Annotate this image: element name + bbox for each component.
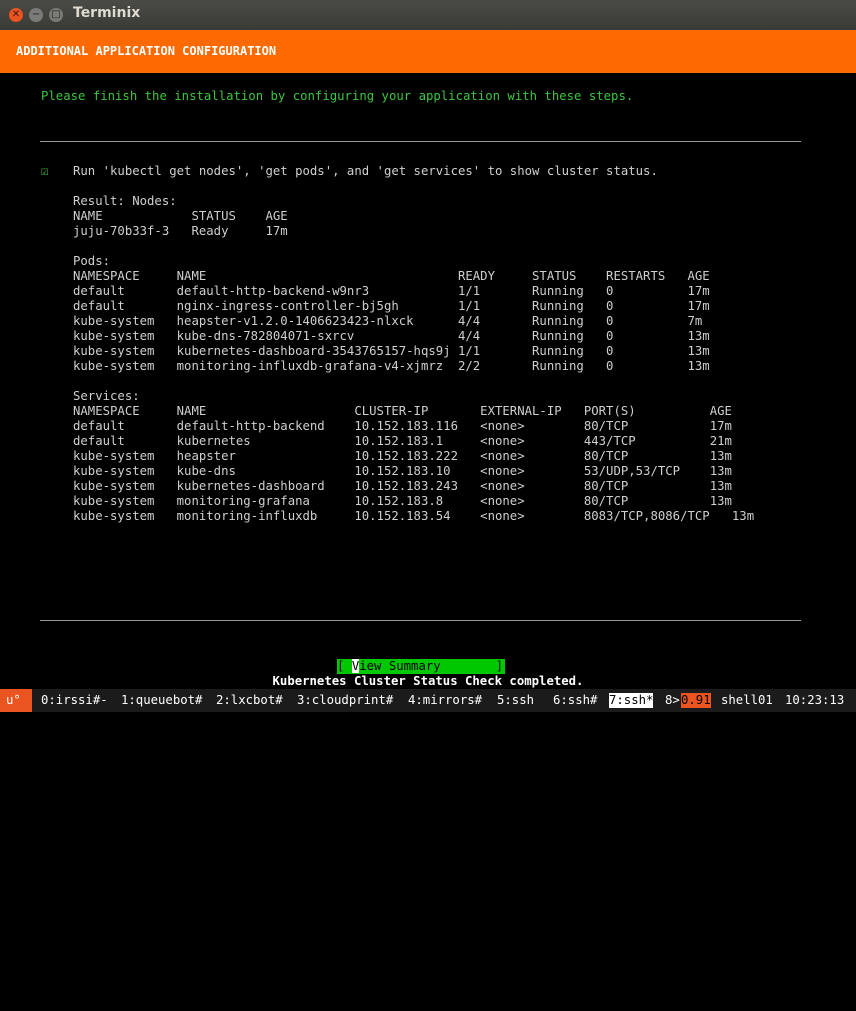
status-message: Kubernetes Cluster Status Check complete… — [272, 674, 584, 688]
output-line: NAMESPACE NAME READY STATUS RESTARTS AGE — [73, 269, 710, 283]
output-line: kube-system kubernetes-dashboard-3543765… — [73, 344, 710, 358]
clock: 10:23:13 — [785, 693, 845, 707]
hostname: shell01 — [721, 693, 773, 707]
output-line: kube-system heapster-v1.2.0-1406623423-n… — [73, 314, 703, 328]
output-line: kube-system monitoring-influxdb 10.152.1… — [73, 509, 755, 523]
output-line: kube-system kube-dns-782804071-sxrcv 4/4… — [73, 329, 710, 343]
intro-text: Please finish the installation by config… — [41, 89, 634, 103]
output-line: default nginx-ingress-controller-bj5gh 1… — [73, 299, 710, 313]
output-line: default kubernetes 10.152.183.1 <none> 4… — [73, 434, 732, 448]
output-line: juju-70b33f-3 Ready 17m — [73, 224, 288, 238]
maximize-window-button[interactable]: □ — [49, 8, 63, 22]
output-line: NAMESPACE NAME CLUSTER-IP EXTERNAL-IP PO… — [73, 404, 732, 418]
window-title: Terminix — [73, 5, 141, 21]
bottom-divider — [40, 620, 801, 621]
output-line: default default-http-backend-w9nr3 1/1 R… — [73, 284, 710, 298]
output-line: kube-system kubernetes-dashboard 10.152.… — [73, 479, 732, 493]
output-line: kube-system monitoring-grafana 10.152.18… — [73, 494, 732, 508]
button-open-bracket: [ — [337, 659, 352, 673]
window-tab[interactable]: 3:cloudprint# — [297, 689, 393, 712]
step-description: Run 'kubectl get nodes', 'get pods', and… — [73, 164, 658, 178]
output-line: kube-system heapster 10.152.183.222 <non… — [73, 449, 732, 463]
window-tab[interactable]: 2:lxcbot# — [216, 689, 283, 712]
window-tab[interactable]: 5:ssh — [497, 689, 534, 712]
step-checkbox-icon[interactable]: ☑ — [41, 164, 48, 179]
window-tab[interactable]: 0:irssi#- — [41, 689, 108, 712]
view-summary-button[interactable]: [ View Summary] — [337, 659, 505, 674]
window-tab-next[interactable]: 8> — [665, 689, 680, 712]
window-titlebar: ✕ − □ Terminix — [0, 0, 856, 31]
session-indicator[interactable]: u° — [0, 689, 32, 712]
output-line: Services: — [73, 389, 140, 403]
output-line: kube-system monitoring-influxdb-grafana-… — [73, 359, 710, 373]
output-line: Pods: — [73, 254, 111, 268]
window-tab[interactable]: 6:ssh# — [553, 689, 597, 712]
window-tab[interactable]: 1:queuebot# — [121, 689, 202, 712]
top-divider — [40, 141, 801, 142]
button-close-bracket: ] — [495, 659, 503, 673]
output-line: kube-system kube-dns 10.152.183.10 <none… — [73, 464, 732, 478]
button-label: iew Summary — [359, 659, 441, 673]
config-banner: ADDITIONAL APPLICATION CONFIGURATION — [0, 30, 856, 73]
output-line: default default-http-backend 10.152.183.… — [73, 419, 732, 433]
load-average: 0.91 — [681, 693, 711, 708]
output-line: Result: Nodes: — [73, 194, 177, 208]
output-line: NAME STATUS AGE — [73, 209, 288, 223]
window-tab[interactable]: 4:mirrors# — [408, 689, 482, 712]
close-window-button[interactable]: ✕ — [9, 8, 23, 22]
minimize-window-button[interactable]: − — [29, 8, 43, 22]
banner-title: ADDITIONAL APPLICATION CONFIGURATION — [16, 44, 277, 58]
window-tab-current[interactable]: 7:ssh* — [609, 693, 654, 708]
terminal-statusbar: u° 0:irssi#- 1:queuebot# 2:lxcbot# 3:clo… — [0, 689, 856, 712]
